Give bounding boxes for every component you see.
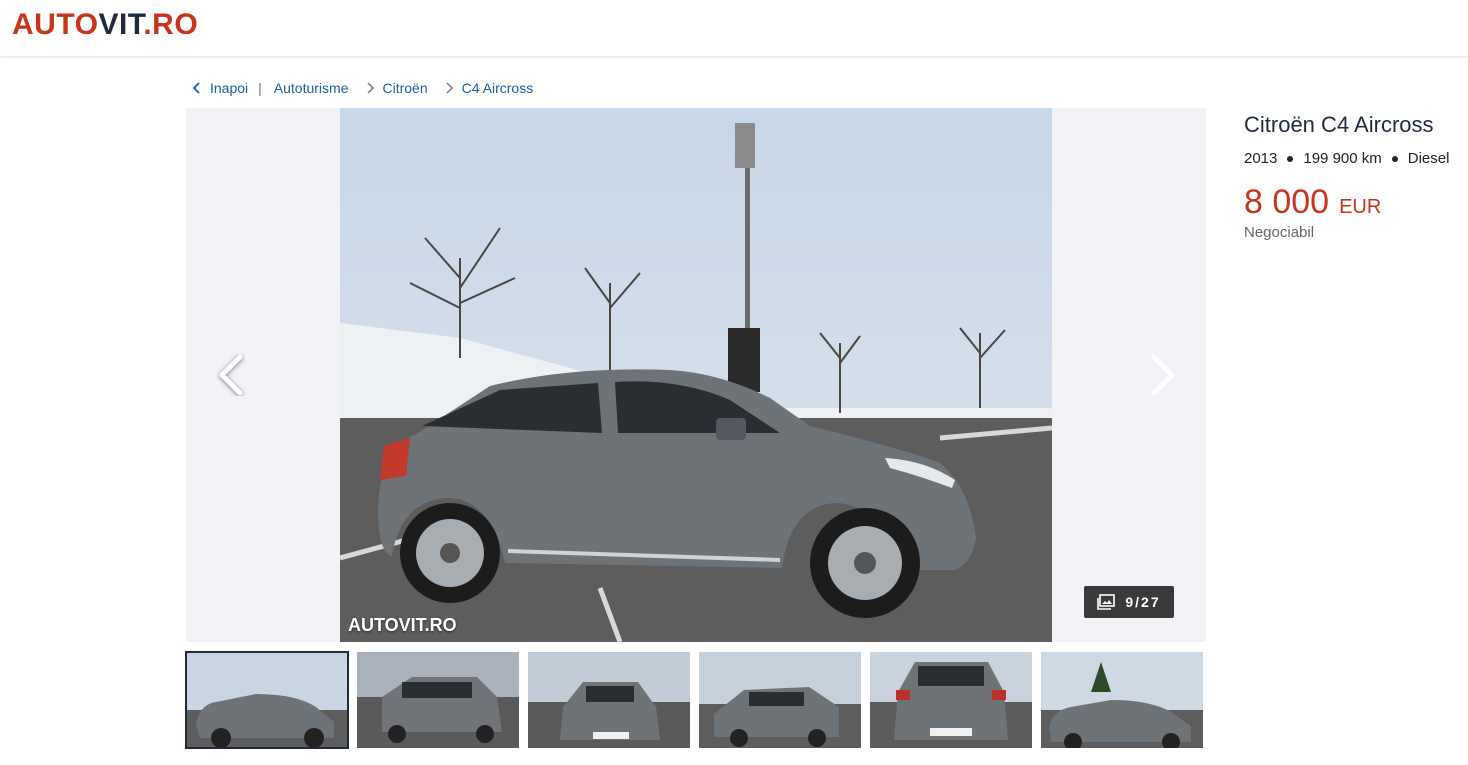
thumbnail-strip bbox=[185, 651, 1206, 749]
logo-part-ro: .RO bbox=[143, 8, 199, 41]
bullet-separator bbox=[1391, 155, 1398, 162]
logo-part-vit: VIT bbox=[98, 8, 144, 41]
back-link[interactable]: Inapoi bbox=[210, 80, 248, 96]
main-car-photo[interactable]: AUTOVIT.RO bbox=[340, 108, 1052, 642]
thumbnail-image bbox=[357, 652, 519, 748]
chevron-right-icon bbox=[446, 82, 453, 94]
breadcrumb-item-c4-aircross[interactable]: C4 Aircross bbox=[462, 80, 534, 96]
thumbnail[interactable] bbox=[357, 652, 519, 748]
breadcrumb-item-citroen[interactable]: Citroën bbox=[383, 80, 428, 96]
price-currency: EUR bbox=[1339, 196, 1382, 218]
chevron-left-icon bbox=[219, 354, 243, 396]
next-photo-button[interactable] bbox=[1138, 350, 1186, 400]
bullet-separator bbox=[1287, 155, 1294, 162]
top-bar: AUTOVIT.RO bbox=[0, 0, 1468, 56]
breadcrumb: Inapoi | Autoturisme Citroën C4 Aircross bbox=[190, 78, 533, 98]
chevron-right-icon bbox=[366, 82, 374, 94]
chevron-left-icon bbox=[192, 82, 200, 94]
listing-mileage: 199 900 km bbox=[1303, 150, 1382, 167]
car-photo-illustration bbox=[340, 108, 1052, 642]
thumbnail[interactable] bbox=[870, 652, 1032, 748]
listing-title: Citroën C4 Aircross bbox=[1244, 112, 1434, 137]
listing-fuel: Diesel bbox=[1407, 150, 1450, 167]
thumbnail[interactable] bbox=[185, 651, 349, 749]
thumbnail-image bbox=[186, 652, 348, 748]
thumbnail[interactable] bbox=[528, 652, 690, 748]
previous-photo-button[interactable] bbox=[208, 350, 256, 400]
autovit-logo[interactable]: AUTOVIT.RO bbox=[12, 8, 198, 42]
chevron-right-icon bbox=[1151, 354, 1175, 396]
negotiable-label: Negociabil bbox=[1244, 224, 1315, 241]
thumbnail-image bbox=[1041, 652, 1203, 748]
thumbnail-image bbox=[699, 652, 861, 748]
listing-summary: Citroën C4 Aircross 2013 199 900 km Dies… bbox=[1244, 112, 1468, 241]
listing-price: 8 000 EUR bbox=[1244, 183, 1468, 222]
photo-counter-text: 9/27 bbox=[1125, 594, 1161, 610]
thumbnail-image bbox=[870, 652, 1032, 748]
price-value: 8 000 bbox=[1244, 183, 1330, 221]
thumbnail-image bbox=[528, 652, 690, 748]
listing-specs: 2013 199 900 km Diesel bbox=[1244, 150, 1468, 167]
breadcrumb-separator: | bbox=[258, 80, 262, 96]
listing-year: 2013 bbox=[1244, 150, 1278, 167]
thumbnail[interactable] bbox=[1041, 652, 1203, 748]
thumbnail[interactable] bbox=[699, 652, 861, 748]
breadcrumb-item-autoturisme[interactable]: Autoturisme bbox=[274, 80, 349, 96]
gallery-icon bbox=[1097, 594, 1116, 610]
photo-watermark: AUTOVIT.RO bbox=[348, 615, 457, 635]
logo-part-auto: AUTO bbox=[12, 8, 99, 41]
photo-counter[interactable]: 9/27 bbox=[1084, 586, 1174, 618]
photo-gallery: AUTOVIT.RO 9/27 bbox=[186, 108, 1206, 642]
